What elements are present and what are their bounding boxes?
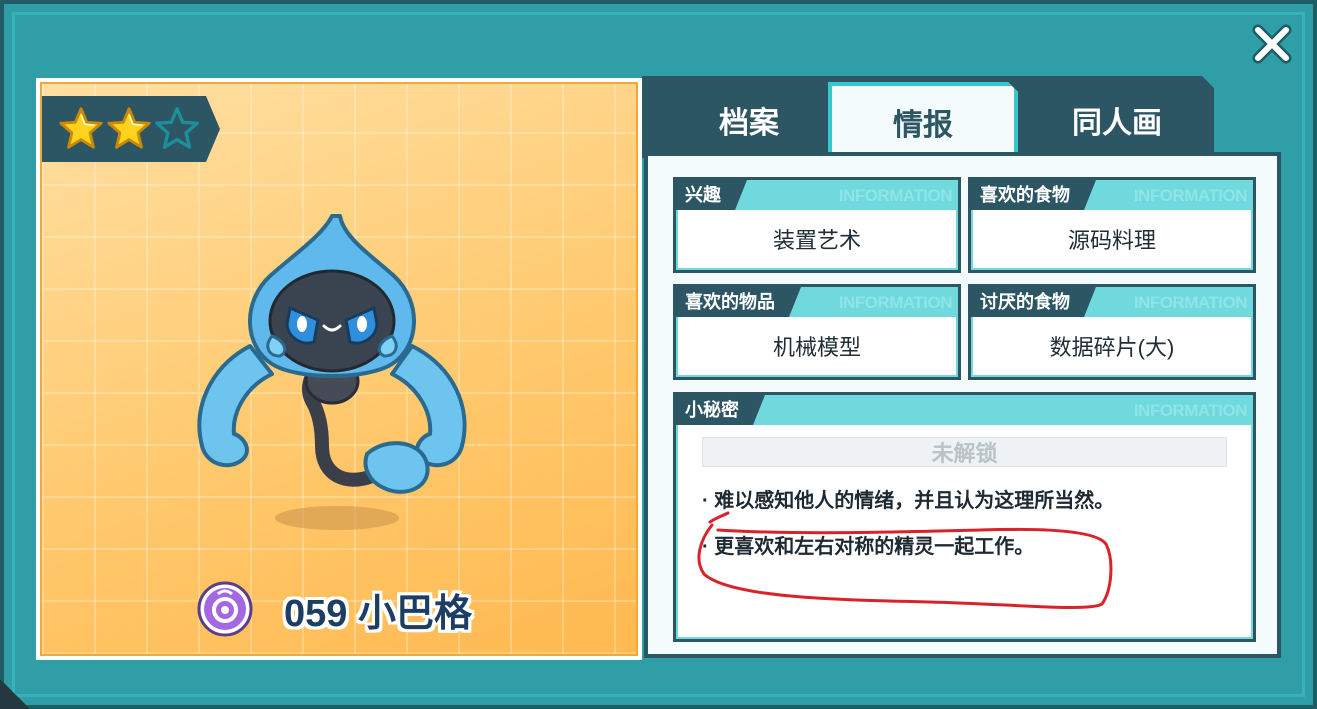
secret-body: 未解锁 · 难以感知他人的情绪，并且认为这理所当然。 · 更喜欢和左右对称的精灵… [676, 425, 1253, 639]
card-label: 讨厌的食物 [971, 287, 1096, 317]
close-icon [1252, 24, 1292, 64]
card-label: 喜欢的食物 [971, 180, 1096, 210]
card-value: 数据碎片(大) [971, 317, 1253, 377]
star-icon [107, 107, 151, 149]
tab-fanart[interactable]: 同人画 [1022, 82, 1212, 158]
card-value: 机械模型 [676, 317, 958, 377]
star-icon [59, 107, 103, 149]
rank-badge [42, 96, 220, 162]
card-value: 装置艺术 [676, 210, 958, 270]
liked-food-card: 喜欢的食物 INFORMATION 源码料理 [968, 177, 1256, 273]
disliked-food-card: 讨厌的食物 INFORMATION 数据碎片(大) [968, 284, 1256, 380]
card-header: 讨厌的食物 INFORMATION [971, 287, 1253, 317]
card-watermark: INFORMATION [838, 293, 953, 312]
element-type-icon [197, 581, 253, 637]
tab-profile[interactable]: 档案 [654, 82, 844, 158]
card-label: 喜欢的物品 [676, 287, 801, 317]
pet-illustration [197, 214, 467, 530]
card-header: 喜欢的食物 INFORMATION [971, 180, 1253, 210]
card-watermark: INFORMATION [1133, 293, 1248, 312]
secret-line: · 更喜欢和左右对称的精灵一起工作。 [702, 535, 1035, 558]
card-header: 喜欢的物品 INFORMATION [676, 287, 958, 317]
star-empty-icon [155, 107, 199, 149]
pet-portrait-card: 059 小巴格 [36, 78, 642, 660]
card-watermark: INFORMATION [1133, 186, 1248, 205]
card-watermark: INFORMATION [838, 186, 953, 205]
locked-status: 未解锁 [702, 437, 1227, 467]
card-watermark: INFORMATION [1133, 401, 1248, 420]
card-header: 小秘密 INFORMATION [676, 395, 1253, 425]
tab-intel[interactable]: 情报 [828, 82, 1018, 158]
secret-card: 小秘密 INFORMATION 未解锁 · 难以感知他人的情绪，并且认为这理所当… [673, 392, 1256, 642]
card-label: 兴趣 [676, 180, 747, 210]
portrait-background: 059 小巴格 [40, 82, 638, 656]
secret-line: · 难以感知他人的情绪，并且认为这理所当然。 [702, 489, 1115, 512]
star-rating [58, 106, 200, 152]
card-value: 源码料理 [971, 210, 1253, 270]
card-label: 小秘密 [676, 395, 765, 425]
interest-card: 兴趣 INFORMATION 装置艺术 [673, 177, 961, 273]
card-header: 兴趣 INFORMATION [676, 180, 958, 210]
info-panel-inner: 兴趣 INFORMATION 装置艺术 喜欢的食物 INFORMATION 源码… [648, 156, 1277, 654]
close-button[interactable] [1248, 20, 1296, 68]
pet-name-row: 059 小巴格 [196, 580, 472, 638]
pet-number-name: 059 小巴格 [284, 592, 472, 635]
info-panel: 兴趣 INFORMATION 装置艺术 喜欢的食物 INFORMATION 源码… [644, 152, 1281, 658]
liked-item-card: 喜欢的物品 INFORMATION 机械模型 [673, 284, 961, 380]
